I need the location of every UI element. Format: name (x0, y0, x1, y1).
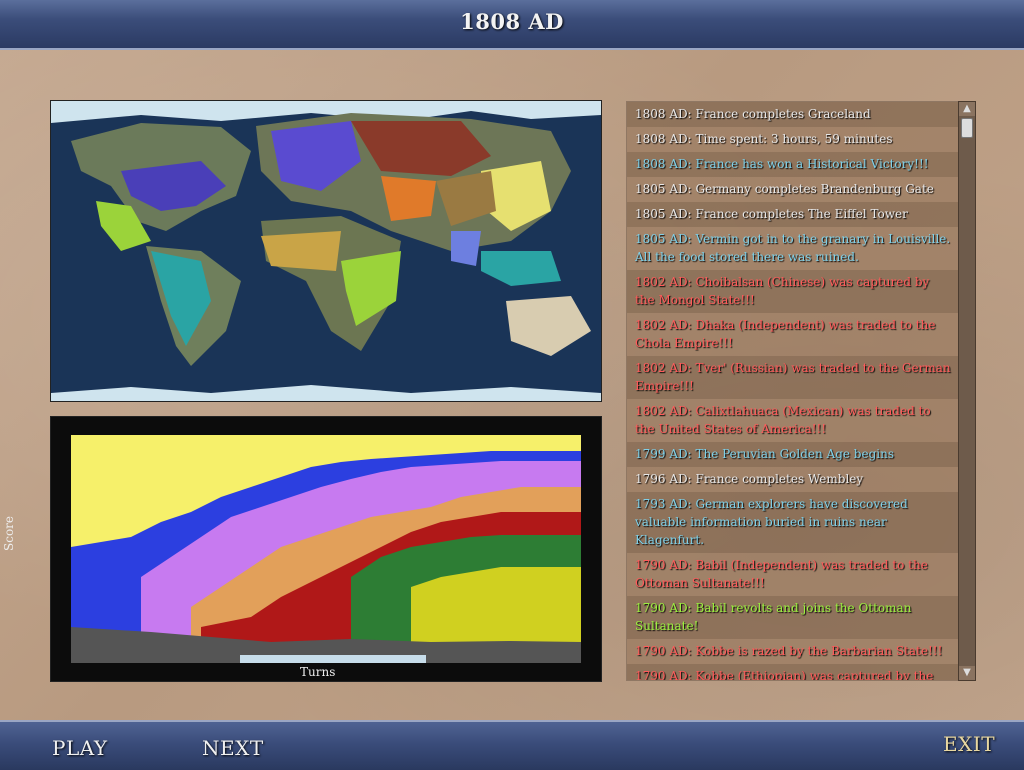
top-bar: 1808 AD (0, 0, 1024, 50)
world-map-svg (51, 101, 601, 401)
log-entry: 1808 AD: France completes Graceland (627, 102, 959, 127)
log-entry: 1805 AD: France completes The Eiffel Tow… (627, 202, 959, 227)
log-entry: 1796 AD: France completes Wembley (627, 467, 959, 492)
graph-timeline-bar (240, 655, 426, 663)
log-entry: 1808 AD: France has won a Historical Vic… (627, 152, 959, 177)
log-entry: 1790 AD: Babil revolts and joins the Ott… (627, 596, 959, 639)
log-entry: 1802 AD: Dhaka (Independent) was traded … (627, 313, 959, 356)
play-button[interactable]: PLAY (52, 736, 108, 760)
region-blue-asia (451, 231, 481, 266)
bottom-bar: PLAY NEXT EXIT (0, 720, 1024, 770)
scroll-down-icon[interactable]: ▼ (959, 666, 975, 680)
log-entry: 1790 AD: Babil (Independent) was traded … (627, 553, 959, 596)
region-gold-africa (261, 231, 341, 271)
scroll-up-icon[interactable]: ▲ (959, 102, 975, 116)
next-button[interactable]: NEXT (202, 736, 264, 760)
log-entry: 1790 AD: Kobbe is razed by the Barbarian… (627, 639, 959, 664)
game-date-title: 1808 AD (460, 9, 564, 34)
score-graph-svg (71, 435, 581, 663)
world-map (50, 100, 602, 402)
log-entry: 1805 AD: Vermin got in to the granary in… (627, 227, 959, 270)
scroll-thumb[interactable] (961, 118, 973, 138)
log-entry: 1802 AD: Calixtlahuaca (Mexican) was tra… (627, 399, 959, 442)
event-log[interactable]: 1808 AD: France completes Graceland 1808 … (626, 101, 960, 681)
log-scrollbar[interactable]: ▲ ▼ (958, 101, 976, 681)
log-entry: 1808 AD: Time spent: 3 hours, 59 minutes (627, 127, 959, 152)
log-entry: 1799 AD: The Peruvian Golden Age begins (627, 442, 959, 467)
log-entry: 1802 AD: Choibalsan (Chinese) was captur… (627, 270, 959, 313)
graph-y-axis-label: Score (2, 515, 16, 551)
graph-x-axis-label: Turns (300, 665, 336, 679)
exit-button[interactable]: EXIT (943, 732, 995, 756)
log-entry: 1793 AD: German explorers have discovere… (627, 492, 959, 553)
log-entry: 1802 AD: Tver' (Russian) was traded to t… (627, 356, 959, 399)
log-entry: 1790 AD: Kobbe (Ethiopian) was captured … (627, 664, 959, 680)
score-graph (50, 416, 602, 682)
log-entry: 1805 AD: Germany completes Brandenburg G… (627, 177, 959, 202)
